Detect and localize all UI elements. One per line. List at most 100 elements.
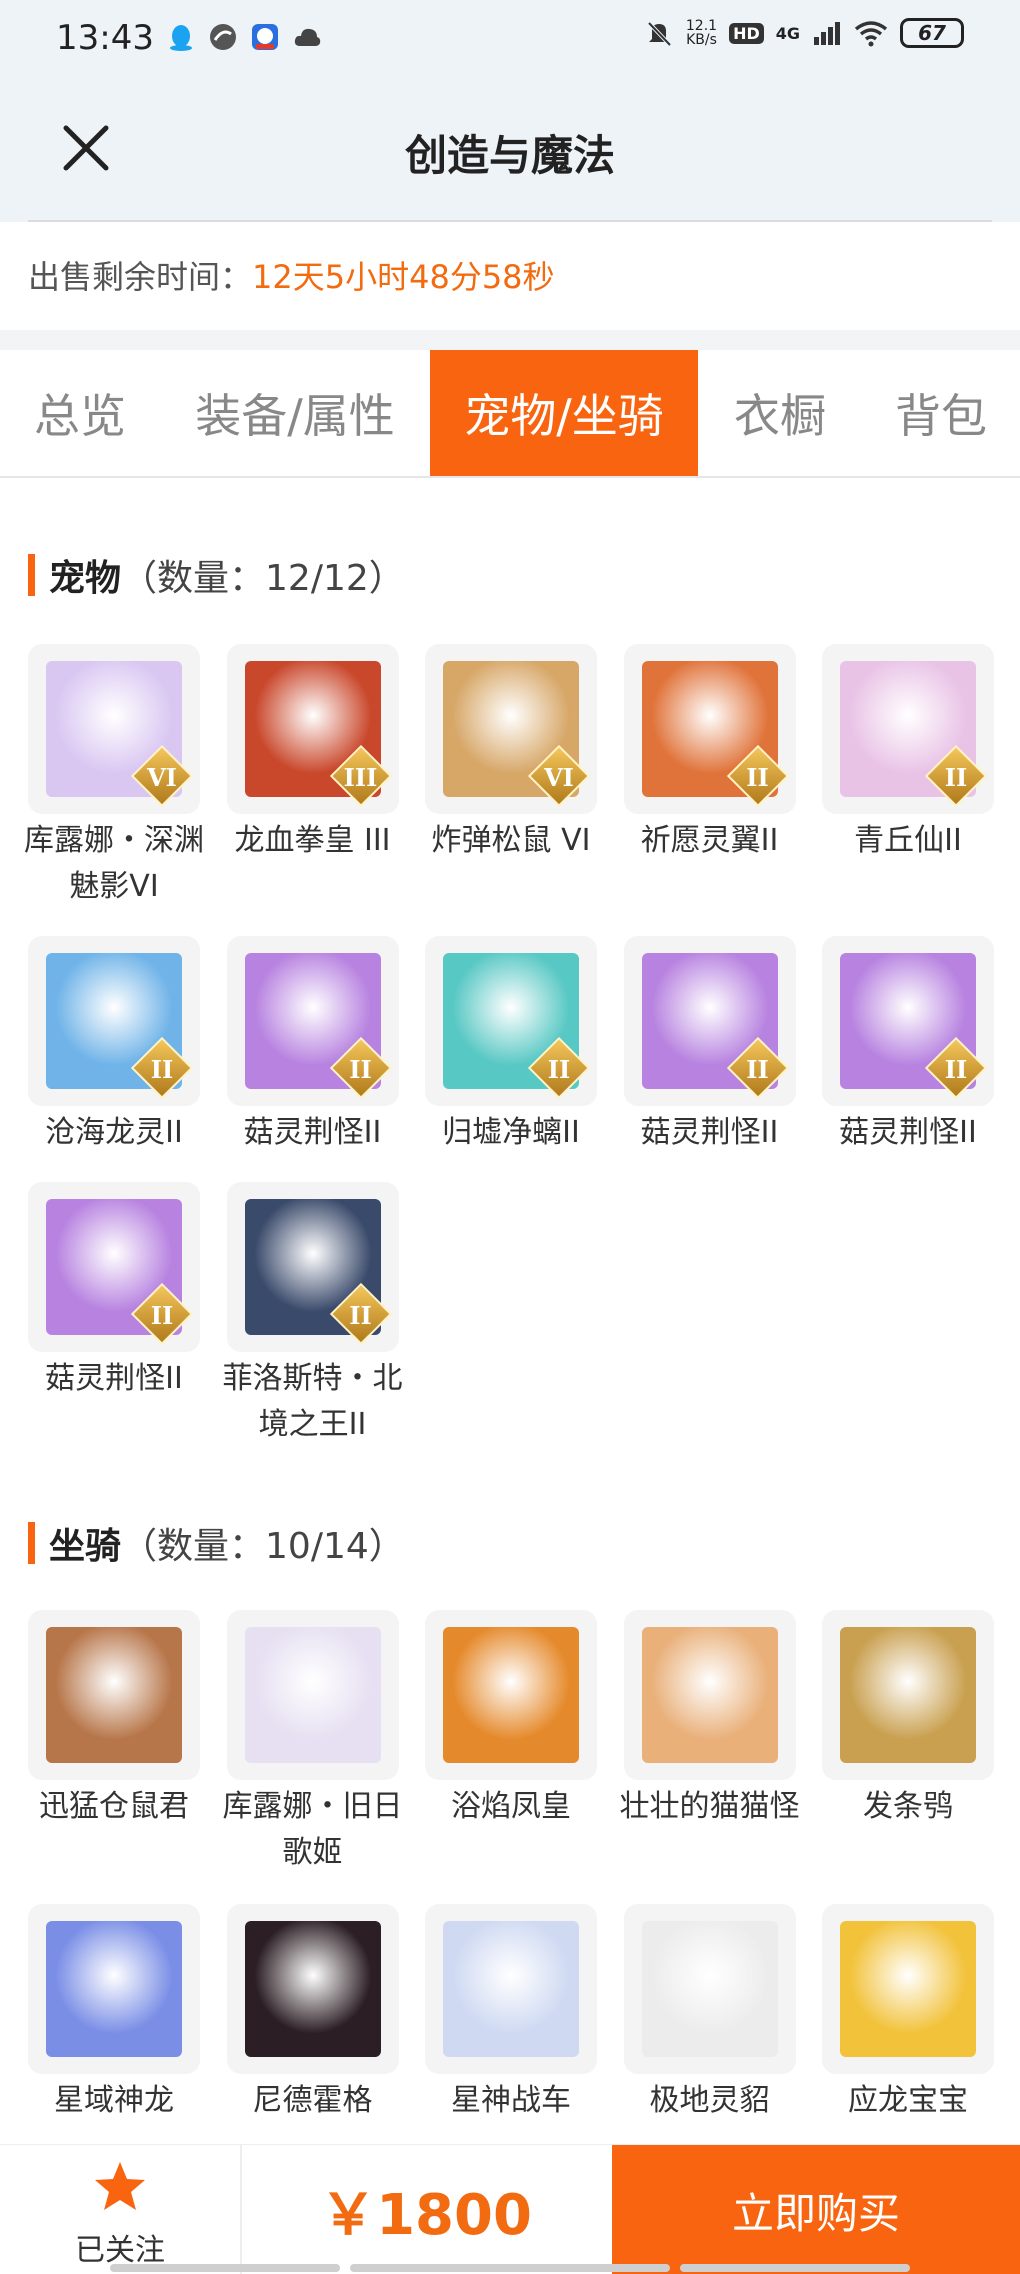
pet-thumbnail: II <box>623 644 796 814</box>
mount-card[interactable]: 尼德霍格 <box>226 1904 399 2124</box>
mount-name: 星域神龙 <box>54 2083 174 2118</box>
section-spacer <box>0 330 1020 350</box>
grade-badge-label: II <box>746 763 769 792</box>
title-bar: 创造与魔法 <box>0 78 1020 222</box>
character-art-icon <box>840 1627 976 1763</box>
status-bar: 13:43 12.1 KB/s HD 4G 67 <box>0 0 1020 78</box>
page-title: 创造与魔法 <box>404 131 615 180</box>
pet-thumbnail: II <box>822 644 994 814</box>
grade-badge-label: II <box>944 1055 968 1084</box>
buy-now-button[interactable]: 立即购买 <box>612 2145 1020 2274</box>
pet-card[interactable]: II 菇灵荆怪II <box>822 936 994 1156</box>
grade-badge-label: VI <box>147 763 177 792</box>
mount-card[interactable]: 库露娜・旧日歌姬 <box>223 1610 403 1876</box>
grade-badge-label: II <box>150 1301 174 1330</box>
pet-name: 菇灵荆怪II <box>640 1115 779 1150</box>
mount-card[interactable]: 浴焰凤皇 <box>425 1610 597 1830</box>
mount-thumbnail <box>226 1904 399 2074</box>
status-time: 13:43 <box>56 18 154 58</box>
mount-card[interactable]: 发条鸮 <box>822 1610 994 1830</box>
character-art-icon <box>840 1921 976 2057</box>
pet-thumbnail: VI <box>28 644 200 814</box>
pets-section-title: 宠物 <box>49 558 122 599</box>
star-icon <box>95 2162 145 2210</box>
section-accent-bar <box>28 1522 35 1564</box>
tab-equipment-attributes[interactable]: 装备/属性 <box>160 350 430 476</box>
character-art-icon <box>46 1921 182 2057</box>
wifi-icon <box>854 21 888 47</box>
mount-card[interactable]: 极地灵貂 <box>623 1904 796 2124</box>
character-art-icon <box>641 1627 778 1763</box>
net-speed-value: 12.1 <box>685 18 718 34</box>
pet-card[interactable]: III 龙血拳皇 III <box>226 644 399 864</box>
price-value: ￥1800 <box>320 2182 532 2248</box>
mount-card[interactable]: 应龙宝宝 <box>822 1904 994 2124</box>
status-right: 12.1 KB/s HD 4G 67 <box>644 18 964 48</box>
pet-name: 青丘仙II <box>854 823 962 858</box>
mount-card[interactable]: 迅猛仓鼠君 <box>28 1610 200 1830</box>
pet-card[interactable]: II 菲洛斯特・北境之王II <box>223 1182 403 1448</box>
character-art-icon <box>244 1627 381 1763</box>
tab-backpack[interactable]: 背包 <box>862 350 1020 476</box>
pet-card[interactable]: II 菇灵荆怪II <box>623 936 796 1156</box>
pet-card[interactable]: VI 炸弹松鼠 VI <box>425 644 597 864</box>
grade-badge-label: VI <box>544 763 574 792</box>
pet-thumbnail: II <box>28 1182 200 1352</box>
mount-card[interactable]: 星神战车 <box>425 1904 597 2124</box>
follow-button[interactable]: 已关注 <box>0 2145 242 2274</box>
pet-name: 炸弹松鼠 VI <box>431 823 591 858</box>
mounts-section-title: 坐骑 <box>49 1526 122 1567</box>
tab-wardrobe[interactable]: 衣橱 <box>698 350 862 476</box>
pet-name: 龙血拳皇 III <box>234 823 391 858</box>
pet-name: 菲洛斯特・北境之王II <box>222 1361 403 1442</box>
tab-pets-mounts[interactable]: 宠物/坐骑 <box>430 350 698 476</box>
character-art-icon <box>641 1921 778 2057</box>
signal-icon <box>814 22 840 45</box>
mount-name: 浴焰凤皇 <box>451 1789 571 1824</box>
pets-section-count: （数量：12/12） <box>121 558 405 599</box>
mount-thumbnail <box>822 1610 994 1780</box>
pet-name: 沧海龙灵II <box>45 1115 183 1150</box>
tab-bar: 总览 装备/属性 宠物/坐骑 衣橱 背包 <box>0 350 1020 478</box>
pet-card[interactable]: II 祈愿灵翼II <box>623 644 796 864</box>
pet-thumbnail: VI <box>425 644 597 814</box>
mount-name: 极地灵貂 <box>649 2083 770 2118</box>
mounts-section-header: 坐骑 （数量：10/14） <box>28 1520 405 1567</box>
mount-thumbnail <box>822 1904 994 2074</box>
pet-name: 库露娜・深渊魅影VI <box>24 823 204 904</box>
pet-thumbnail: II <box>28 936 200 1106</box>
pet-card[interactable]: II 菇灵荆怪II <box>28 1182 200 1402</box>
status-icons-left <box>166 22 322 52</box>
home-indicator <box>680 2264 910 2272</box>
pet-thumbnail: II <box>623 936 796 1106</box>
sale-remaining-row: 出售剩余时间：12天5小时48分58秒 <box>28 252 555 298</box>
bottom-action-bar: 已关注 ￥1800 立即购买 <box>0 2144 1020 2274</box>
character-art-icon <box>46 1627 182 1763</box>
mount-thumbnail <box>425 1610 597 1780</box>
mount-thumbnail <box>623 1610 796 1780</box>
mount-card[interactable]: 星域神龙 <box>28 1904 200 2124</box>
mute-bell-icon <box>647 21 672 47</box>
character-art-icon <box>244 1921 381 2057</box>
pet-card[interactable]: VI 库露娜・深渊魅影VI <box>24 644 204 910</box>
pet-card[interactable]: II 沧海龙灵II <box>28 936 200 1156</box>
hd-badge: HD <box>729 22 764 44</box>
mount-thumbnail <box>28 1610 200 1780</box>
pet-card[interactable]: II 归墟净螭II <box>425 936 597 1156</box>
mount-card[interactable]: 壮壮的猫猫怪 <box>620 1610 800 1830</box>
pet-name: 菇灵荆怪II <box>243 1115 382 1150</box>
character-art-icon <box>443 1921 579 2057</box>
pet-card[interactable]: II 菇灵荆怪II <box>226 936 399 1156</box>
app-icon <box>210 24 236 50</box>
battery-indicator: 67 <box>900 18 964 48</box>
tab-overview[interactable]: 总览 <box>0 350 160 476</box>
net-speed-unit: KB/s <box>686 32 717 48</box>
mount-thumbnail <box>226 1610 399 1780</box>
character-art-icon <box>443 1627 579 1763</box>
cloud-icon <box>294 28 321 46</box>
pet-card[interactable]: II 青丘仙II <box>822 644 994 864</box>
pets-section-header: 宠物 （数量：12/12） <box>28 552 405 599</box>
k-app-icon <box>252 24 278 50</box>
pet-thumbnail: III <box>226 644 399 814</box>
mount-name: 应龙宝宝 <box>848 2083 968 2118</box>
